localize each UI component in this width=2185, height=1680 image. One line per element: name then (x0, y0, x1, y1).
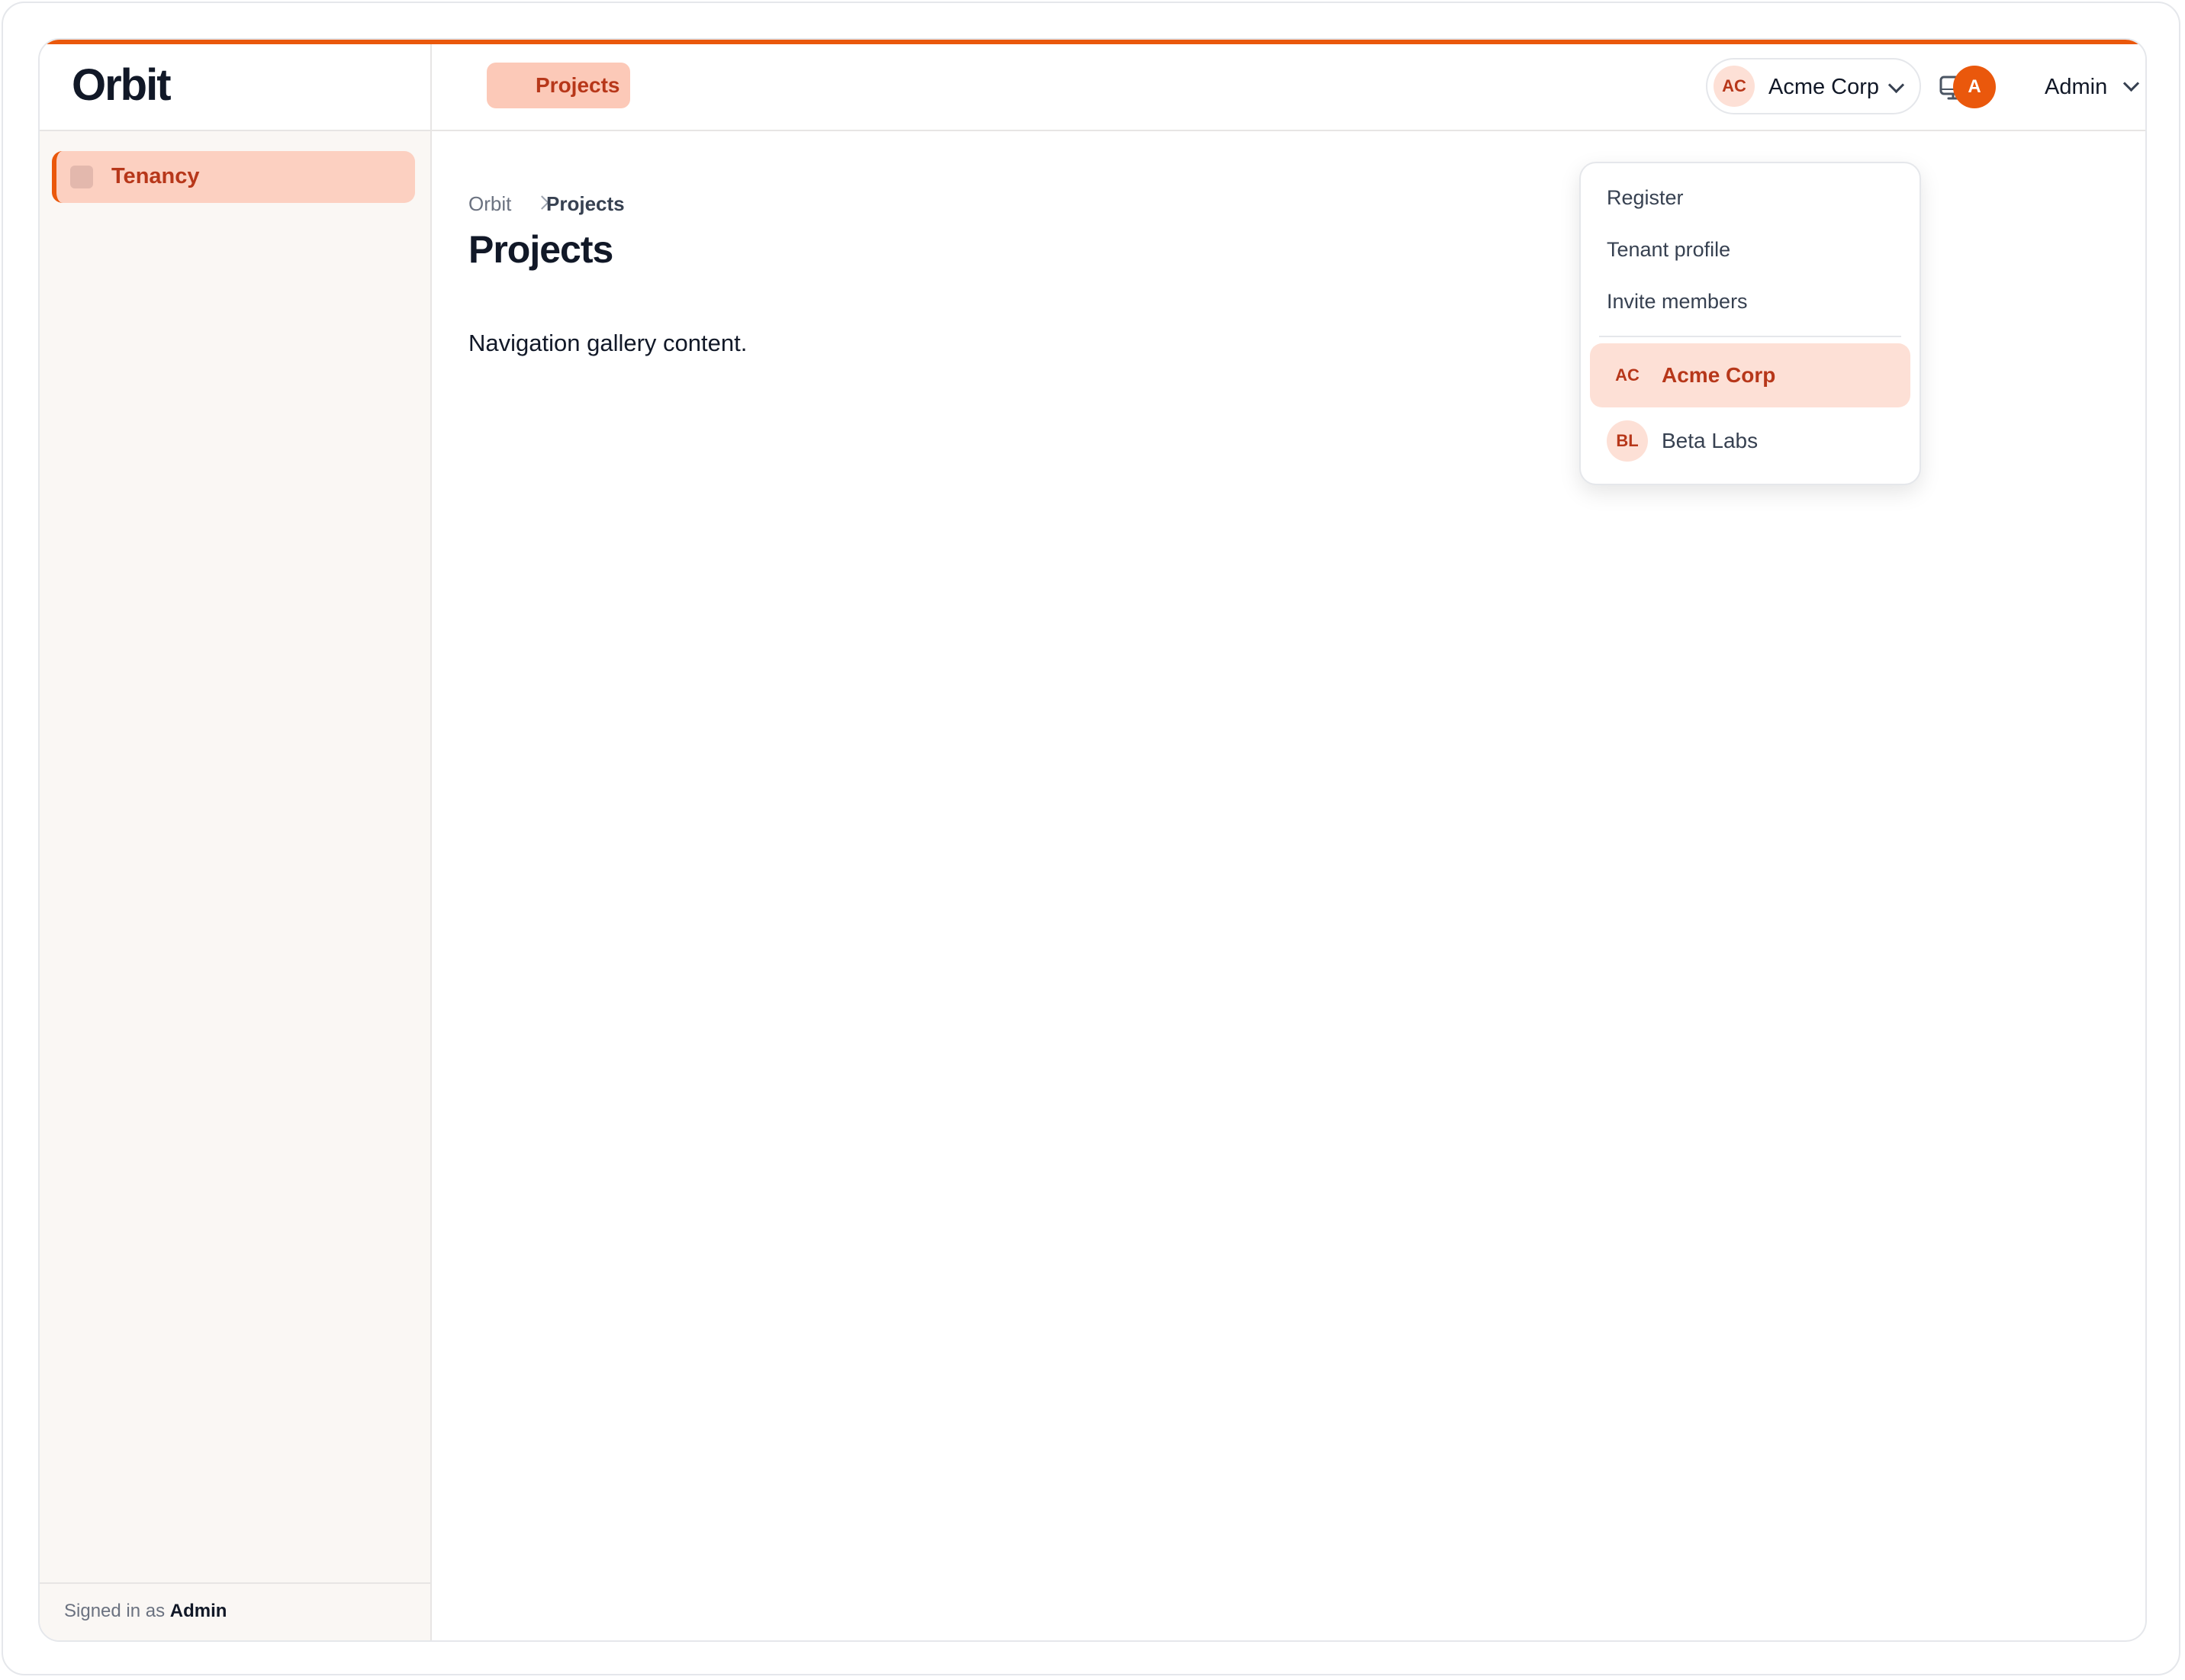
top-header: Projects AC Acme Corp A Admin (432, 44, 2145, 131)
sidebar-footer: Signed in as Admin (40, 1582, 430, 1640)
tenant-option-beta-labs[interactable]: BL Beta Labs (1590, 409, 1910, 473)
tenant-option-label: Acme Corp (1662, 363, 1776, 387)
chevron-down-icon[interactable] (2122, 75, 2140, 92)
menu-item-tenant-profile[interactable]: Tenant profile (1607, 238, 1730, 262)
chevron-down-icon (1887, 76, 1905, 94)
app-shell: Orbit Tenancy Signed in as Admin Project… (38, 38, 2147, 1642)
sidebar-item-label: Tenancy (111, 164, 200, 188)
tenant-name: Acme Corp (1768, 75, 1880, 99)
tenant-option-label: Beta Labs (1662, 429, 1759, 452)
signed-in-status: Signed in as Admin (64, 1601, 227, 1622)
menu-item-register[interactable]: Register (1607, 186, 1684, 210)
menu-item-invite-members[interactable]: Invite members (1607, 290, 1748, 314)
signed-in-prefix: Signed in as (64, 1601, 166, 1621)
page-title: Projects (468, 228, 613, 271)
app-logo[interactable]: Orbit (72, 60, 172, 111)
tenant-avatar: AC (1607, 355, 1648, 396)
tab-projects[interactable]: Projects (487, 63, 630, 108)
user-avatar[interactable]: A (1953, 66, 1996, 108)
sidebar-item-tenancy[interactable]: Tenancy (52, 151, 415, 203)
breadcrumb-root[interactable]: Orbit (468, 192, 511, 216)
brand-row: Orbit (40, 44, 430, 131)
tenant-option-acme-corp[interactable]: AC Acme Corp (1590, 343, 1910, 407)
tenant-avatar: AC (1714, 66, 1755, 107)
menu-divider (1599, 336, 1901, 337)
tenancy-icon (70, 166, 93, 188)
tenant-avatar: BL (1607, 420, 1648, 462)
sidebar: Orbit Tenancy Signed in as Admin (40, 44, 432, 1640)
tab-label: Projects (536, 73, 620, 97)
page-body-text: Navigation gallery content. (468, 330, 748, 356)
breadcrumb-current: Projects (546, 192, 625, 215)
signed-in-user: Admin (169, 1601, 227, 1621)
tenant-switcher[interactable]: AC Acme Corp (1706, 58, 1921, 114)
user-menu-label[interactable]: Admin (2045, 75, 2107, 100)
tenant-dropdown-menu: Register Tenant profile Invite members A… (1579, 162, 1921, 485)
